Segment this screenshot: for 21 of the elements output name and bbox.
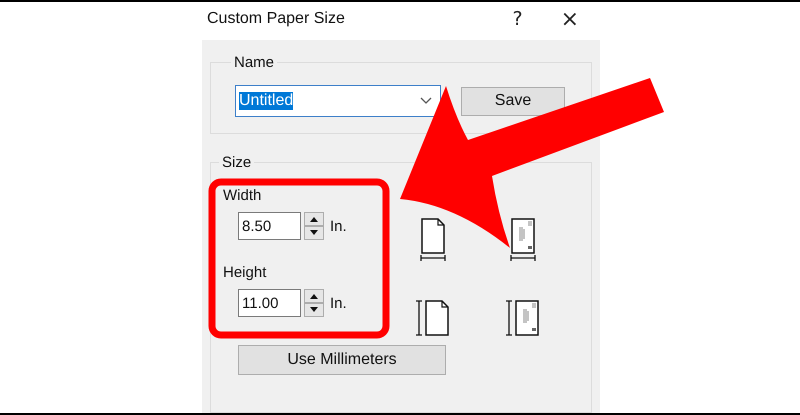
group-label: Name	[233, 54, 276, 71]
number-field[interactable]: 8.50	[238, 212, 301, 240]
spinner-control[interactable]	[304, 212, 324, 240]
unit-label: In.	[330, 294, 347, 312]
close-button[interactable]: ×	[556, 6, 583, 32]
dimension-label: Width	[223, 187, 262, 204]
portrait-page-width-icon[interactable]	[418, 217, 448, 263]
window-title: Custom Paper Size	[207, 10, 346, 28]
unit-label: In.	[330, 218, 347, 234]
dimension-label: Height	[223, 264, 268, 281]
group-label: Size	[221, 154, 252, 171]
help-button[interactable]: ?	[508, 8, 527, 30]
chevron-down-icon[interactable]	[420, 97, 432, 105]
portrait-page-height-icon[interactable]	[416, 299, 450, 339]
envelope-width-icon[interactable]	[508, 217, 538, 263]
spinner-control[interactable]	[304, 289, 324, 317]
name-combo-field[interactable]: Untitled	[235, 85, 441, 117]
save-button[interactable]: Save	[461, 86, 565, 116]
use-millimeters-button[interactable]: Use Millimeters	[238, 345, 446, 375]
envelope-height-icon[interactable]	[506, 299, 540, 339]
number-field[interactable]: 11.00	[238, 289, 301, 317]
